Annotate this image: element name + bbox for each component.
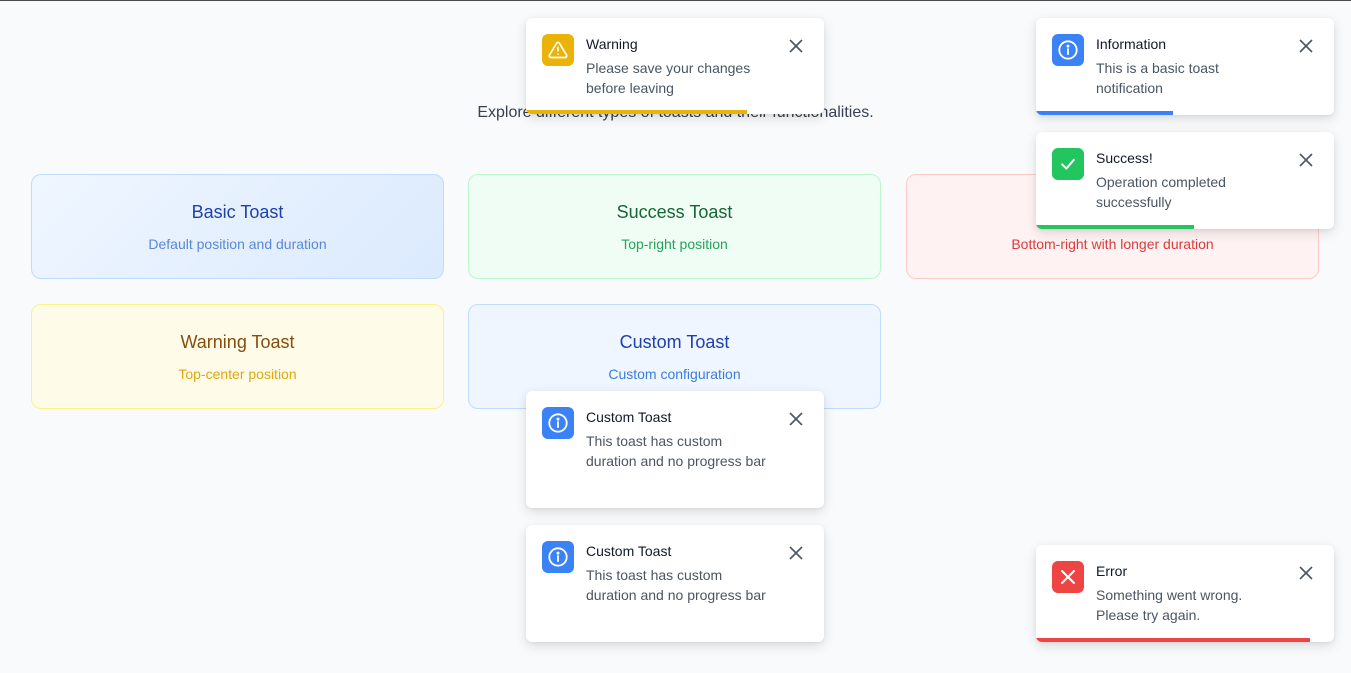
- toast-title: Information: [1096, 36, 1167, 52]
- close-icon[interactable]: [788, 411, 804, 427]
- card-description: Default position and duration: [148, 235, 327, 252]
- warning-toast-card[interactable]: Warning Toast Top-center position: [31, 304, 444, 409]
- error-toast: Error Something went wrong. Please try a…: [1036, 545, 1334, 642]
- close-icon[interactable]: [788, 545, 804, 561]
- toast-progress-bar: [1036, 225, 1194, 229]
- custom-toast: Custom Toast This toast has custom durat…: [526, 391, 824, 508]
- toast-progress-bar: [526, 110, 747, 114]
- close-icon[interactable]: [788, 38, 804, 54]
- close-icon[interactable]: [1298, 565, 1314, 581]
- close-icon[interactable]: [1298, 152, 1314, 168]
- card-description: Bottom-right with longer duration: [1011, 235, 1214, 252]
- toast-message: Please save your changes before leaving: [586, 60, 751, 96]
- toast-message: This toast has custom duration and no pr…: [586, 567, 766, 603]
- custom-toast: Custom Toast This toast has custom durat…: [526, 525, 824, 642]
- close-icon[interactable]: [1298, 38, 1314, 54]
- card-description: Custom configuration: [608, 365, 741, 382]
- toast-message: Something went wrong. Please try again.: [1096, 587, 1243, 623]
- toast-title: Warning: [586, 36, 638, 52]
- card-title: Success Toast: [616, 201, 733, 222]
- info-circle-icon: [542, 541, 574, 573]
- info-toast: Information This is a basic toast notifi…: [1036, 18, 1334, 115]
- card-title: Basic Toast: [191, 201, 284, 222]
- info-circle-icon: [542, 407, 574, 439]
- success-toast: Success! Operation completed successfull…: [1036, 132, 1334, 229]
- success-toast-card[interactable]: Success Toast Top-right position: [468, 174, 881, 279]
- toast-title: Custom Toast: [586, 543, 672, 559]
- check-icon: [1052, 148, 1084, 180]
- warning-toast: Warning Please save your changes before …: [526, 18, 824, 114]
- warning-triangle-icon: [542, 34, 574, 66]
- toast-title: Success!: [1096, 150, 1153, 166]
- info-circle-icon: [1052, 34, 1084, 66]
- card-title: Warning Toast: [180, 331, 295, 352]
- card-title: Custom Toast: [619, 331, 730, 352]
- toast-message: Operation completed successfully: [1096, 174, 1226, 210]
- card-description: Top-right position: [621, 235, 728, 252]
- card-description: Top-center position: [178, 365, 297, 382]
- toast-message: This is a basic toast notification: [1096, 60, 1219, 96]
- basic-toast-card[interactable]: Basic Toast Default position and duratio…: [31, 174, 444, 279]
- toast-message: This toast has custom duration and no pr…: [586, 433, 766, 469]
- x-icon: [1052, 561, 1084, 593]
- toast-progress-bar: [1036, 638, 1311, 642]
- toast-title: Error: [1096, 563, 1128, 579]
- toast-progress-bar: [1036, 111, 1174, 115]
- toast-title: Custom Toast: [586, 409, 672, 425]
